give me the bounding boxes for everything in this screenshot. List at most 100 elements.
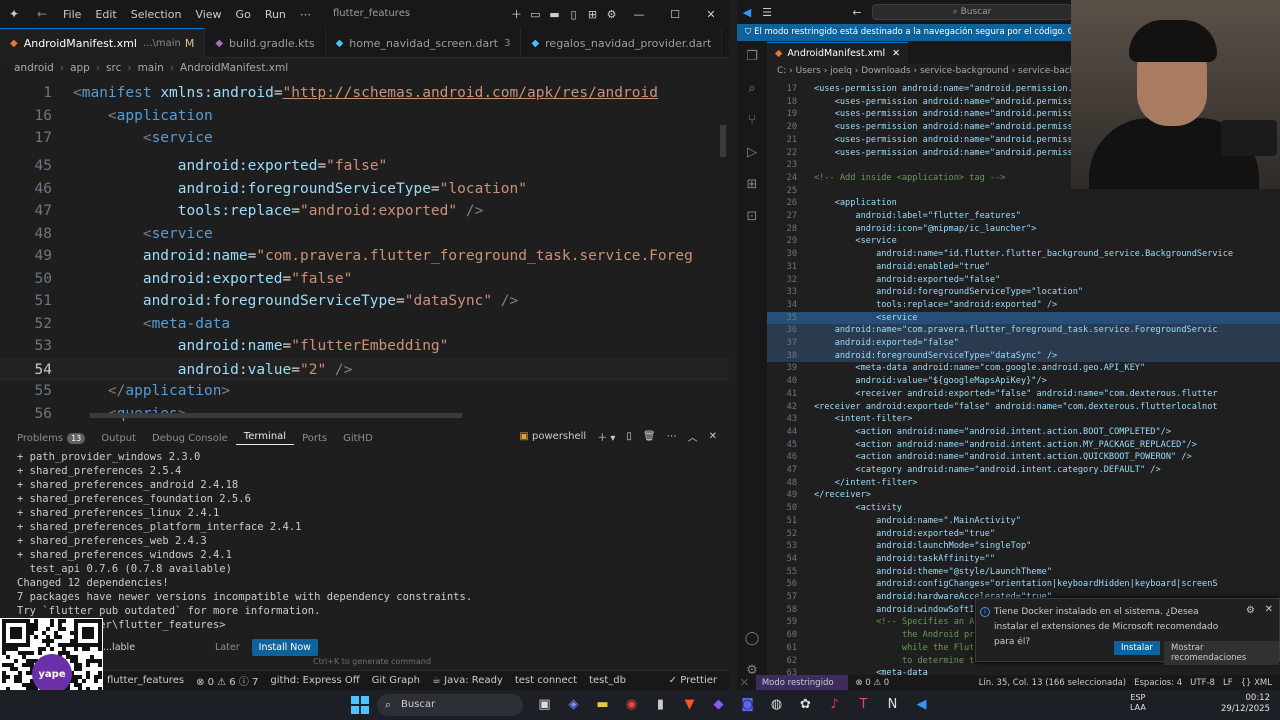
- status-git-graph[interactable]: Git Graph: [372, 675, 420, 686]
- code-line[interactable]: 51 android:name=".MainActivity": [767, 515, 1280, 528]
- later-button[interactable]: Later: [215, 642, 240, 653]
- code-line[interactable]: 30 android:name="id.flutter.flutter_back…: [767, 248, 1280, 261]
- code-line[interactable]: 52 android:exported="true": [767, 528, 1280, 541]
- source-control-icon[interactable]: ⑂: [737, 105, 767, 137]
- clock[interactable]: 00:12 29/12/2025: [1218, 693, 1270, 715]
- windows-start-icon[interactable]: [351, 696, 369, 714]
- code-line[interactable]: 56 android:configChanges="orientation|ke…: [767, 578, 1280, 591]
- breadcrumb-item[interactable]: app: [70, 62, 90, 74]
- search-icon[interactable]: ⌕: [737, 73, 767, 105]
- tab-home-navidad-screen[interactable]: ◆ home_navidad_screen.dart 3: [326, 28, 522, 58]
- code-line[interactable]: 39 <meta-data android:name="com.google.a…: [767, 362, 1280, 375]
- status-prettier[interactable]: ✓ Prettier: [669, 675, 717, 686]
- code-line[interactable]: 46 android:foregroundServiceType="locati…: [0, 178, 729, 201]
- close-tab-icon[interactable]: ✕: [892, 48, 900, 59]
- status-githd[interactable]: githd: Express Off: [270, 675, 359, 686]
- code-line[interactable]: 55 android:theme="@style/LaunchTheme": [767, 566, 1280, 579]
- tab-ports[interactable]: Ports: [294, 433, 335, 444]
- terminal-app-icon[interactable]: ▮: [646, 694, 675, 716]
- status-problems[interactable]: ⊗ 0 ⚠ 6 ⓘ 7: [196, 673, 258, 688]
- kill-terminal-icon[interactable]: 🗑: [643, 431, 656, 442]
- close-panel-icon[interactable]: ✕: [709, 431, 717, 442]
- code-line[interactable]: 49 android:name="com.pravera.flutter_for…: [0, 245, 729, 268]
- tab-android-manifest[interactable]: ◆ AndroidManifest.xml ...\main M: [0, 28, 206, 58]
- code-line[interactable]: 36 android:name="com.pravera.flutter_for…: [767, 324, 1280, 337]
- status-java[interactable]: ☕ Java: Ready: [432, 675, 503, 686]
- tab-build-gradle[interactable]: ◆ build.gradle.kts: [205, 28, 326, 58]
- status-eol[interactable]: LF: [1223, 678, 1233, 688]
- status-language[interactable]: {} XML: [1241, 678, 1272, 688]
- restricted-mode-indicator[interactable]: Modo restringido: [755, 675, 848, 690]
- code-line[interactable]: 44 <action android:name="android.intent.…: [767, 426, 1280, 439]
- tab-githd[interactable]: GitHD: [335, 433, 381, 444]
- code-line[interactable]: 26 <application: [767, 197, 1280, 210]
- code-line[interactable]: 48 <service: [0, 223, 729, 246]
- code-line[interactable]: 50 <activity: [767, 502, 1280, 515]
- breadcrumb-item[interactable]: android: [14, 62, 54, 74]
- code-line[interactable]: 63 <meta-data: [767, 667, 1280, 675]
- explorer-icon[interactable]: ❐: [737, 41, 767, 73]
- file-explorer-icon[interactable]: ▬: [588, 694, 617, 716]
- back-arrow-icon[interactable]: ←: [28, 7, 56, 21]
- status-test-connect[interactable]: test connect: [515, 675, 577, 686]
- code-line[interactable]: 53 android:launchMode="singleTop": [767, 540, 1280, 553]
- code-line[interactable]: 16 <application: [0, 105, 729, 128]
- maximize-panel-icon[interactable]: ︿: [688, 429, 698, 444]
- menu-selection[interactable]: Selection: [124, 8, 189, 21]
- run-debug-icon[interactable]: ▷: [737, 137, 767, 169]
- chatgpt-icon[interactable]: ✿: [791, 694, 820, 716]
- code-line[interactable]: 54 android:taskAffinity="": [767, 553, 1280, 566]
- discord-icon[interactable]: ◙: [733, 694, 762, 716]
- taskbar-search[interactable]: ⌕ Buscar: [377, 694, 523, 716]
- remote-icon[interactable]: ⤫: [741, 678, 748, 688]
- copilot-icon[interactable]: ◈: [559, 694, 588, 716]
- code-line[interactable]: 29 <service: [767, 235, 1280, 248]
- code-line[interactable]: 52 <meta-data: [0, 313, 729, 336]
- tab-output[interactable]: Output: [93, 433, 144, 444]
- code-line[interactable]: 37 android:exported="false": [767, 337, 1280, 350]
- code-line[interactable]: 50 android:exported="false": [0, 268, 729, 291]
- compare-icon[interactable]: ⇄: [722, 36, 729, 50]
- code-line[interactable]: 47 tools:replace="android:exported" />: [0, 200, 729, 223]
- menu-file[interactable]: File: [56, 8, 88, 21]
- code-line[interactable]: 34 tools:replace="android:exported" />: [767, 299, 1280, 312]
- terminal-shell-selector[interactable]: ▣ powershell: [519, 431, 586, 442]
- menu-view[interactable]: View: [188, 8, 228, 21]
- tab-problems[interactable]: Problems 13: [0, 432, 93, 444]
- notion-icon[interactable]: N: [878, 694, 907, 716]
- split-terminal-icon[interactable]: ▯: [626, 431, 632, 442]
- layout-sidebar-icon[interactable]: ▭: [526, 8, 545, 21]
- menu-edit[interactable]: Edit: [88, 8, 123, 21]
- code-line[interactable]: 17 <service: [0, 127, 729, 150]
- vscode-icon[interactable]: ◀: [907, 694, 936, 716]
- layout-panel-icon[interactable]: ▬: [545, 8, 564, 21]
- tab-regalos-navidad-provider[interactable]: ◆ regalos_navidad_provider.dart: [521, 28, 723, 58]
- breadcrumb-item[interactable]: AndroidManifest.xml: [180, 62, 288, 74]
- code-line[interactable]: 54 android:value="2" />: [0, 357, 729, 380]
- status-problems[interactable]: ⊗ 0 ⚠ 0: [856, 678, 890, 688]
- command-center-search[interactable]: ⌕ Buscar: [872, 4, 1072, 20]
- code-line[interactable]: 49 </receiver>: [767, 489, 1280, 502]
- tiktok-icon[interactable]: ♪: [820, 694, 849, 716]
- obsidian-icon[interactable]: ◆: [704, 694, 733, 716]
- code-line[interactable]: 42 <receiver android:exported="false" and…: [767, 401, 1280, 414]
- remote-explorer-icon[interactable]: ⊡: [737, 201, 767, 233]
- code-line[interactable]: 27 android:label="flutter_features": [767, 210, 1280, 223]
- brave-icon[interactable]: ▼: [675, 694, 704, 716]
- code-line[interactable]: 31 android:enabled="true": [767, 261, 1280, 274]
- breadcrumb-item[interactable]: main: [138, 62, 164, 74]
- code-line[interactable]: 47 <category android:name="android.inten…: [767, 464, 1280, 477]
- editor-scrollbar[interactable]: [720, 125, 726, 157]
- install-button[interactable]: Instalar: [1114, 641, 1160, 655]
- task-view-icon[interactable]: ▣: [530, 694, 559, 716]
- settings-gear-icon[interactable]: ⚙: [602, 8, 621, 21]
- close-notification-icon[interactable]: ✕: [1265, 604, 1273, 615]
- extensions-icon[interactable]: ⊞: [737, 169, 767, 201]
- menu-run[interactable]: Run: [258, 8, 293, 21]
- new-terminal-icon[interactable]: ＋ ▾: [597, 429, 615, 444]
- code-line[interactable]: 53 android:name="flutterEmbedding": [0, 335, 729, 358]
- code-line[interactable]: 38 android:foregroundServiceType="dataSy…: [767, 349, 1280, 363]
- close-window-icon[interactable]: ✕: [693, 8, 729, 21]
- code-line[interactable]: 41 <receiver android:exported="false" an…: [767, 388, 1280, 401]
- status-position[interactable]: Lín. 35, Col. 13 (166 seleccionada): [979, 678, 1126, 688]
